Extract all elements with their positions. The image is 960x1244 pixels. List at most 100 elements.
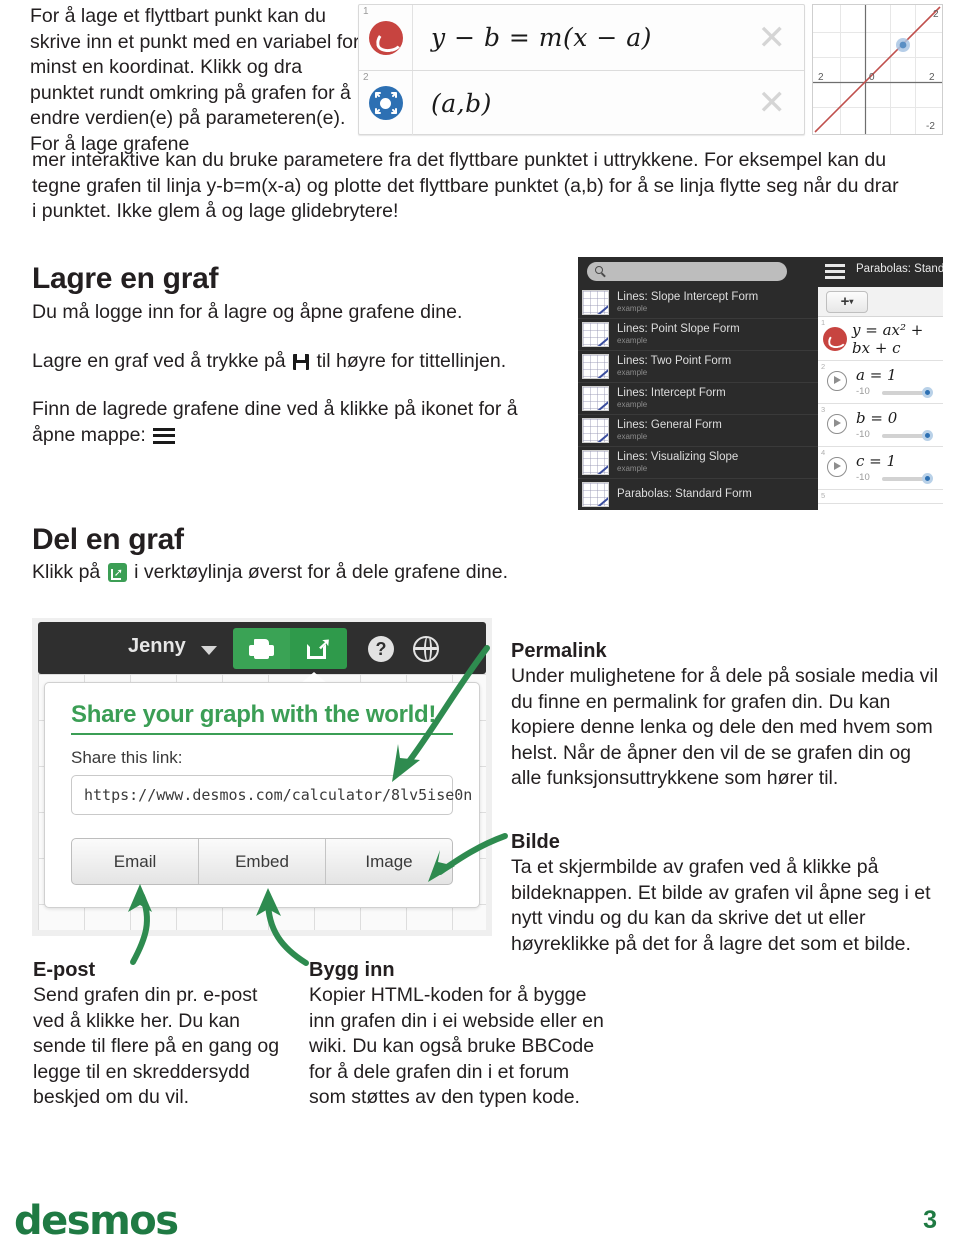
email-button[interactable]: Email bbox=[72, 839, 198, 884]
wave-icon[interactable] bbox=[368, 20, 403, 55]
page-root: For å lage et flyttbart punkt kan du skr… bbox=[0, 0, 960, 1244]
browse-topbar: Parabolas: Standard F bbox=[578, 257, 943, 287]
share-dialog-screenshot: Jenny ➚ ? Share your graph with the worl… bbox=[32, 618, 492, 936]
list-item[interactable]: Lines: Slope Intercept Form example bbox=[578, 287, 818, 319]
mini-graph-svg: 2 2 0 2 -2 bbox=[813, 5, 942, 134]
print-button[interactable] bbox=[233, 628, 290, 669]
share-link-input[interactable]: https://www.desmos.com/calculator/8lv5is… bbox=[71, 775, 472, 815]
calc-expression-row[interactable]: 2 a = 1 -10 bbox=[818, 361, 943, 404]
list-item[interactable]: Lines: General Form example bbox=[578, 415, 818, 447]
divider bbox=[71, 733, 453, 735]
list-item-label: Lines: Visualizing Slope bbox=[617, 451, 739, 463]
list-item-label: Lines: General Form bbox=[617, 419, 722, 431]
list-item[interactable]: Lines: Point Slope Form example bbox=[578, 319, 818, 351]
search-icon bbox=[595, 266, 603, 274]
slider-min-label: -10 bbox=[856, 429, 870, 440]
hamburger-menu-icon[interactable] bbox=[825, 264, 845, 279]
share-popover: Share your graph with the world! Share t… bbox=[44, 682, 480, 908]
calc-row-index: 4 bbox=[821, 448, 826, 457]
parameter-slider[interactable]: -10 bbox=[856, 472, 935, 486]
save-graph-line-3: Finn de lagrede grafene dine ved å klikk… bbox=[32, 398, 518, 420]
expression-row[interactable]: 2 (a,b) ✕ bbox=[359, 70, 804, 135]
mini-graph[interactable]: 2 2 0 2 -2 bbox=[812, 4, 943, 135]
calc-row-index: 3 bbox=[821, 405, 826, 414]
share-link-label: Share this link: bbox=[71, 748, 183, 767]
page-number: 3 bbox=[923, 1206, 937, 1234]
bygg-inn-heading: Bygg inn bbox=[309, 959, 395, 981]
help-icon[interactable]: ? bbox=[368, 636, 394, 662]
list-item-sub: example bbox=[617, 368, 648, 377]
calc-expression-row[interactable]: 1 y = ax² + bx + c bbox=[818, 317, 943, 361]
epost-block: E-post Send grafen din pr. e-post ved å … bbox=[33, 959, 283, 1111]
svg-text:2: 2 bbox=[929, 72, 935, 83]
list-item[interactable]: Lines: Two Point Form example bbox=[578, 351, 818, 383]
play-icon[interactable] bbox=[827, 414, 847, 434]
play-icon[interactable] bbox=[827, 371, 847, 391]
list-item[interactable]: Lines: Intercept Form example bbox=[578, 383, 818, 415]
svg-text:2: 2 bbox=[818, 72, 824, 83]
share-graph-section: Del en graf Klikk på i verktøylinja øver… bbox=[32, 523, 592, 587]
save-graph-line-2: Lagre en graf ved å trykke på til høyre … bbox=[32, 349, 552, 375]
save-graph-line-4: åpne mappe: bbox=[32, 423, 552, 449]
slider-knob[interactable] bbox=[922, 387, 933, 398]
permalink-heading: Permalink bbox=[511, 640, 607, 662]
graph-thumbnail-icon bbox=[582, 418, 609, 443]
share-graph-heading: Del en graf bbox=[32, 523, 184, 556]
list-item[interactable]: Lines: Visualizing Slope example bbox=[578, 447, 818, 479]
calc-expression-row[interactable]: 5 bbox=[818, 490, 943, 504]
intro-line-2: tegne grafen til linja y-b=m(x-a) og plo… bbox=[32, 174, 899, 197]
slider-min-label: -10 bbox=[856, 386, 870, 397]
calc-expression-text: y = ax² + bx + c bbox=[852, 320, 924, 357]
list-item-sub: example bbox=[617, 336, 648, 345]
search-input[interactable] bbox=[587, 262, 787, 281]
move-point-icon[interactable] bbox=[368, 86, 403, 120]
graph-thumbnail-icon bbox=[582, 386, 609, 411]
share-line-before: Klikk på bbox=[32, 561, 101, 583]
epost-body: Send grafen din pr. e-post ved å klikke … bbox=[33, 984, 280, 1108]
intro-line-1: mer interaktive kan du bruke parametere … bbox=[32, 149, 887, 171]
globe-icon[interactable] bbox=[413, 636, 439, 662]
share-dialog-title: Share your graph with the world! bbox=[71, 701, 437, 728]
image-button[interactable]: Image bbox=[325, 839, 452, 884]
list-item-sub: example bbox=[617, 400, 648, 409]
bilde-heading: Bilde bbox=[511, 831, 560, 853]
share-button[interactable]: ➚ bbox=[290, 628, 347, 669]
play-icon[interactable] bbox=[827, 457, 847, 477]
parameter-slider[interactable]: -10 bbox=[856, 429, 935, 443]
save-graph-section: Lagre en graf Du må logge inn for å lagr… bbox=[32, 262, 552, 448]
save-graph-heading: Lagre en graf bbox=[32, 262, 219, 295]
printer-icon bbox=[249, 639, 274, 659]
bilde-body: Ta et skjermbilde av grafen ved å klikke… bbox=[511, 856, 931, 955]
share-options-buttons: Email Embed Image bbox=[71, 838, 453, 885]
calc-row-index: 1 bbox=[821, 318, 826, 327]
parameter-slider[interactable]: -10 bbox=[856, 386, 935, 400]
chevron-down-icon[interactable] bbox=[201, 646, 217, 655]
calc-expression-text: a = 1 bbox=[856, 366, 897, 384]
close-icon[interactable]: ✕ bbox=[758, 86, 787, 120]
embed-button[interactable]: Embed bbox=[198, 839, 325, 884]
expression-index: 1 bbox=[363, 6, 369, 17]
permalink-block: Permalink Under mulighetene for å dele p… bbox=[511, 640, 946, 792]
calc-expression-text: b = 0 bbox=[856, 409, 898, 427]
username-label[interactable]: Jenny bbox=[128, 635, 186, 658]
expression-text[interactable]: (a,b) bbox=[413, 89, 492, 118]
calc-expression-row[interactable]: 4 c = 1 -10 bbox=[818, 447, 943, 490]
expression-row[interactable]: 1 y − b = m(x − a) ✕ bbox=[359, 5, 804, 70]
expression-text[interactable]: y − b = m(x − a) bbox=[413, 23, 652, 52]
share-icon bbox=[107, 561, 127, 587]
slider-knob[interactable] bbox=[922, 473, 933, 484]
calc-row-index: 2 bbox=[821, 362, 826, 371]
list-item-label: Lines: Intercept Form bbox=[617, 387, 726, 399]
svg-text:0: 0 bbox=[869, 72, 875, 83]
close-icon[interactable]: ✕ bbox=[758, 21, 787, 55]
calc-expression-row[interactable]: 3 b = 0 -10 bbox=[818, 404, 943, 447]
slider-knob[interactable] bbox=[922, 430, 933, 441]
list-item-sub: example bbox=[617, 464, 648, 473]
wave-icon[interactable] bbox=[823, 327, 847, 351]
bilde-block: Bilde Ta et skjermbilde av grafen ved å … bbox=[511, 831, 956, 957]
browse-examples-screenshot: Parabolas: Standard F Lines: Slope Inter… bbox=[578, 257, 943, 510]
add-expression-button[interactable]: +▾ bbox=[826, 291, 868, 313]
bygg-inn-body: Kopier HTML-koden for å bygge inn grafen… bbox=[309, 984, 604, 1108]
list-item[interactable]: Parabolas: Standard Form bbox=[578, 479, 818, 510]
intro-left-paragraph: For å lage et flyttbart punkt kan du skr… bbox=[30, 5, 360, 155]
